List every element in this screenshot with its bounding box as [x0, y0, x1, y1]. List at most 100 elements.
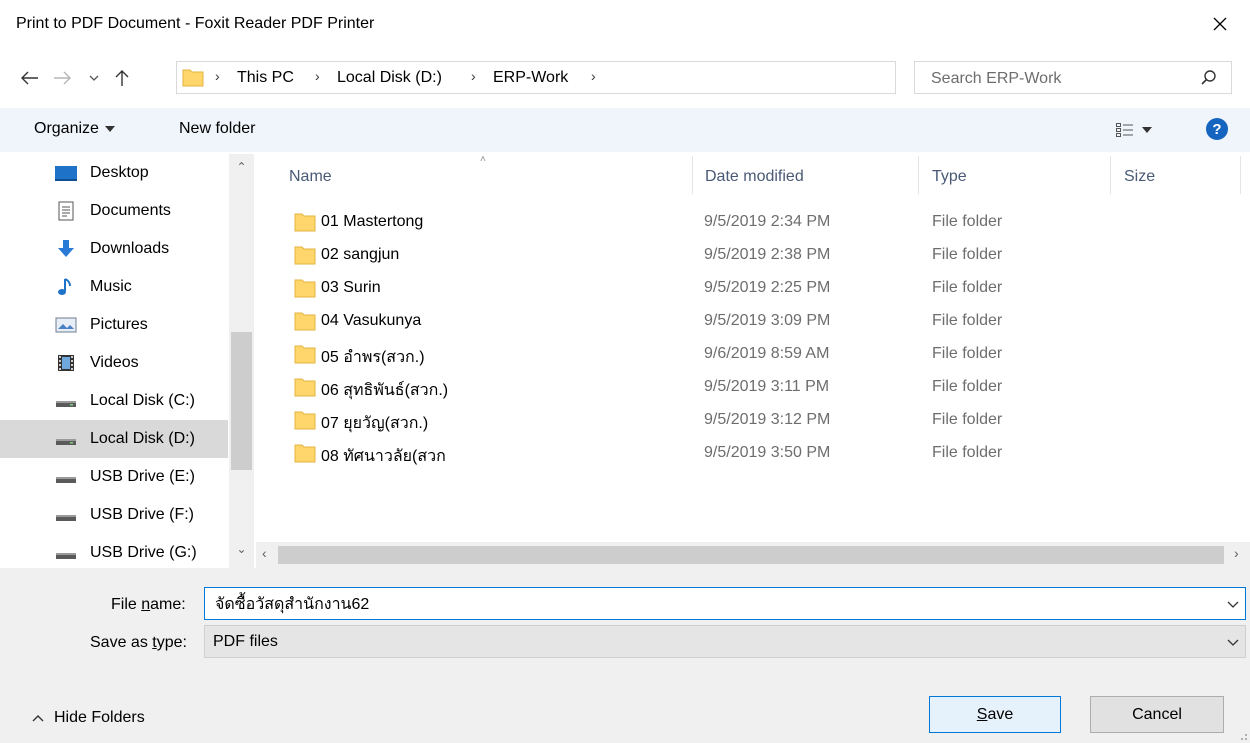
file-name-input[interactable]: [213, 588, 1207, 621]
search-box[interactable]: [914, 61, 1232, 95]
column-header-type[interactable]: Type: [932, 168, 967, 186]
save-as-type-select[interactable]: PDF files: [204, 625, 1246, 658]
nav-item-documents[interactable]: Documents: [0, 192, 228, 230]
change-view-button[interactable]: [1116, 118, 1152, 142]
scroll-right-icon[interactable]: ›: [1234, 545, 1239, 561]
breadcrumb-this-pc[interactable]: This PC: [237, 69, 294, 87]
file-name: 08 ทัศนาวลัย(สวก: [321, 448, 446, 465]
nav-label: USB Drive (G:): [90, 544, 197, 561]
column-divider[interactable]: [1110, 156, 1111, 194]
forward-button[interactable]: [48, 64, 76, 92]
file-name: 01 Mastertong: [321, 213, 424, 230]
file-name: 03 Surin: [321, 279, 381, 296]
table-row[interactable]: 01 Mastertong 9/5/2019 2:34 PM File fold…: [276, 206, 1002, 239]
up-button[interactable]: [108, 64, 136, 92]
file-name: 04 Vasukunya: [321, 312, 422, 329]
view-details-icon: [1116, 123, 1133, 137]
folder-icon: [294, 345, 316, 364]
scroll-thumb[interactable]: [231, 332, 252, 470]
save-label: ave: [987, 705, 1014, 723]
nav-label: Downloads: [90, 240, 170, 257]
column-header-name[interactable]: Name: [289, 168, 332, 186]
back-button[interactable]: [16, 64, 44, 92]
nav-item-pictures[interactable]: Pictures: [0, 306, 228, 344]
organize-label: Organize: [34, 120, 99, 137]
videos-icon: [58, 355, 74, 371]
new-folder-button[interactable]: New folder: [179, 120, 255, 138]
recent-locations-button[interactable]: [84, 64, 104, 92]
drive-icon: [56, 553, 76, 559]
nav-item-desktop[interactable]: Desktop: [0, 154, 228, 192]
search-icon: [1201, 70, 1216, 85]
column-divider[interactable]: [692, 156, 693, 194]
table-row[interactable]: 03 Surin 9/5/2019 2:25 PM File folder: [276, 272, 1002, 305]
label-text: Save as: [90, 634, 153, 651]
file-name-label: File name:: [111, 596, 186, 614]
sort-ascending-icon: ˄: [480, 154, 486, 165]
address-bar[interactable]: › This PC › Local Disk (D:) › ERP-Work ›: [176, 61, 1064, 94]
scroll-up-icon[interactable]: ⌃: [229, 160, 254, 180]
table-row[interactable]: 02 sangjun 9/5/2019 2:38 PM File folder: [276, 239, 1002, 272]
nav-scrollbar[interactable]: ⌃ ⌄: [229, 154, 254, 568]
label-accelerator: n: [141, 596, 151, 613]
folder-icon: [294, 279, 316, 298]
scroll-left-icon[interactable]: ‹: [262, 545, 267, 561]
table-row[interactable]: 04 Vasukunya 9/5/2019 3:09 PM File folde…: [276, 305, 1002, 338]
hide-folders-button[interactable]: Hide Folders: [32, 709, 145, 727]
file-date: 9/5/2019 3:50 PM: [704, 444, 831, 461]
label-text: ame:: [150, 596, 186, 613]
nav-item-usb-drive-g[interactable]: USB Drive (G:): [0, 534, 228, 568]
scroll-thumb[interactable]: [278, 546, 1224, 564]
file-date: 9/5/2019 3:09 PM: [704, 312, 831, 329]
svg-text:?: ?: [1212, 121, 1221, 138]
table-row[interactable]: 06 สุทธิพันธ์(สวก.) 9/5/2019 3:11 PM Fil…: [276, 371, 1002, 404]
nav-item-usb-drive-e[interactable]: USB Drive (E:): [0, 458, 228, 496]
nav-item-local-disk-c[interactable]: Local Disk (C:): [0, 382, 228, 420]
breadcrumb-separator: ›: [471, 68, 476, 84]
search-input[interactable]: [929, 62, 1193, 95]
nav-item-usb-drive-f[interactable]: USB Drive (F:): [0, 496, 228, 534]
nav-item-music[interactable]: Music: [0, 268, 228, 306]
drive-icon: [56, 401, 76, 407]
column-divider[interactable]: [918, 156, 919, 194]
nav-item-videos[interactable]: Videos: [0, 344, 228, 382]
nav-item-local-disk-d[interactable]: Local Disk (D:): [0, 420, 228, 458]
file-type: File folder: [932, 411, 1003, 428]
chevron-down-icon: [1227, 639, 1239, 646]
file-date: 9/5/2019 2:34 PM: [704, 213, 831, 230]
scroll-down-icon[interactable]: ⌄: [229, 542, 254, 562]
horizontal-scrollbar[interactable]: ‹ ›: [256, 542, 1250, 568]
help-icon[interactable]: ?: [1205, 117, 1229, 141]
nav-label: Documents: [90, 202, 171, 219]
folder-icon: [294, 411, 316, 430]
breadcrumb-separator: ›: [315, 68, 320, 84]
nav-label: Music: [90, 278, 132, 295]
chevron-down-icon[interactable]: [1223, 594, 1243, 614]
cancel-button[interactable]: Cancel: [1090, 696, 1224, 733]
file-date: 9/5/2019 2:38 PM: [704, 246, 831, 263]
drive-icon: [56, 515, 76, 521]
table-row[interactable]: 07 ยุยวัญ(สวก.) 9/5/2019 3:12 PM File fo…: [276, 404, 1002, 437]
file-name-combo[interactable]: [204, 587, 1246, 621]
resize-grip-icon[interactable]: [1236, 729, 1248, 741]
folder-icon: [294, 378, 316, 397]
column-divider[interactable]: [1240, 156, 1241, 194]
file-date: 9/5/2019 3:12 PM: [704, 411, 831, 428]
folder-icon: [182, 69, 204, 87]
table-row[interactable]: 05 อำพร(สวก.) 9/6/2019 8:59 AM File fold…: [276, 338, 1002, 371]
close-button[interactable]: [1196, 6, 1244, 42]
save-button[interactable]: Save: [929, 696, 1061, 733]
nav-item-downloads[interactable]: Downloads: [0, 230, 228, 268]
chevron-up-icon: [32, 715, 44, 722]
folder-icon: [294, 213, 316, 232]
chevron-down-icon: [89, 75, 99, 81]
hide-folders-label: Hide Folders: [54, 709, 145, 726]
downloads-icon: [58, 240, 74, 257]
file-name: 07 ยุยวัญ(สวก.): [321, 415, 429, 432]
breadcrumb-local-disk-d[interactable]: Local Disk (D:): [337, 69, 442, 87]
column-header-date-modified[interactable]: Date modified: [705, 168, 804, 186]
column-header-size[interactable]: Size: [1124, 168, 1155, 186]
table-row[interactable]: 08 ทัศนาวลัย(สวก 9/5/2019 3:50 PM File f…: [276, 437, 1002, 470]
breadcrumb-erp-work[interactable]: ERP-Work: [493, 69, 568, 87]
organize-button[interactable]: Organize: [34, 120, 115, 138]
